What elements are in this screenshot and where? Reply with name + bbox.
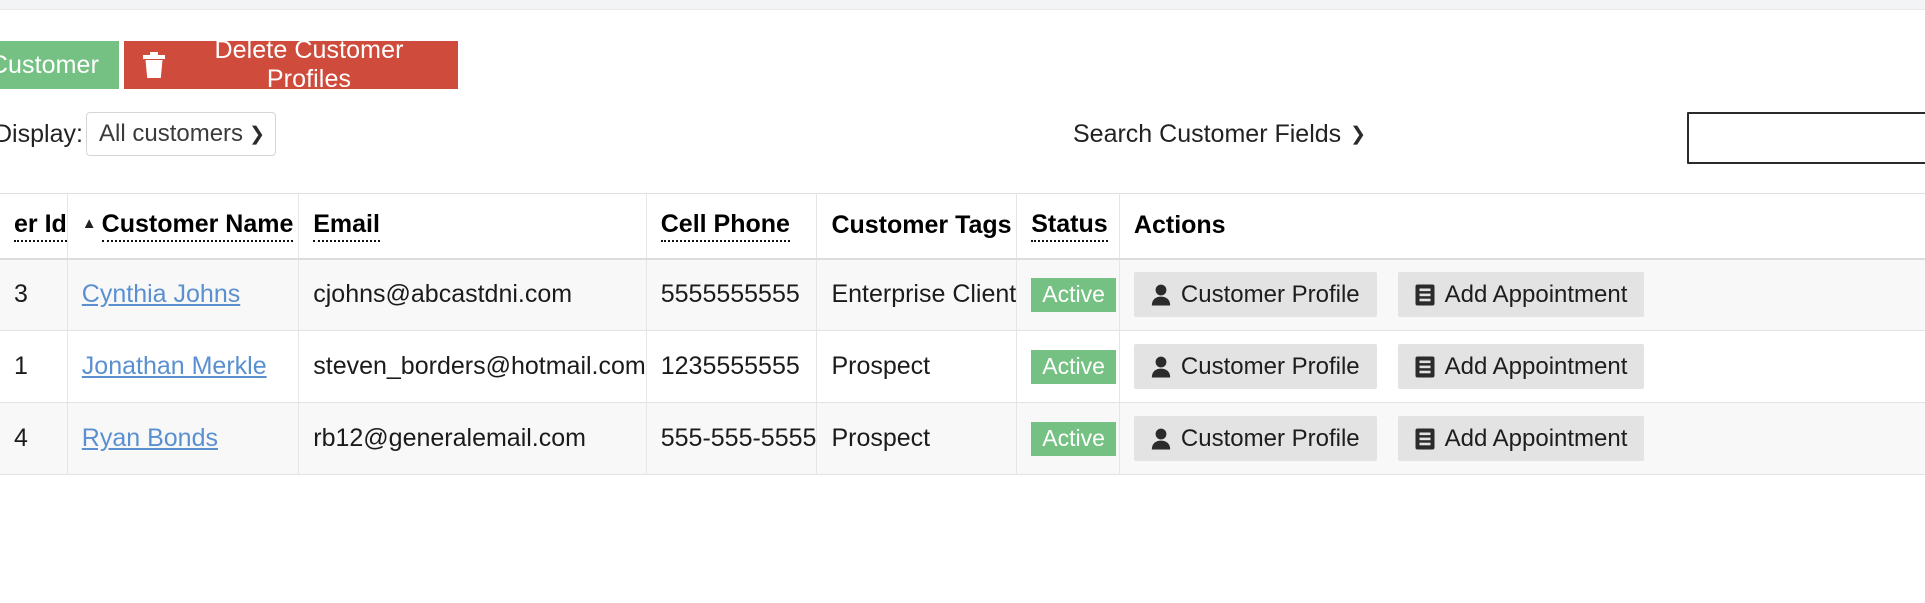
add-appointment-label: Add Appointment [1444,424,1628,452]
column-header-email[interactable]: Email [298,193,647,260]
customer-profile-label: Customer Profile [1180,280,1360,308]
chevron-down-icon: ❯ [1350,124,1367,145]
customer-name-link[interactable]: Ryan Bonds [82,424,218,452]
sort-ascending-icon: ▲ [81,214,97,232]
add-customer-label: Customer [0,50,99,79]
column-header-label: Customer Name [101,210,294,242]
cell-customer-name: Cynthia Johns [66,258,299,331]
person-icon [1151,284,1171,306]
table-row: 4 Ryan Bonds rb12@generalemail.com 555-5… [0,402,1925,475]
status-badge: Active [1031,277,1116,312]
display-filter-select[interactable]: All customers ❯ [86,112,276,156]
column-header-customer-name[interactable]: ▲ Customer Name [66,193,299,260]
journal-icon [1415,356,1435,378]
customer-profile-button[interactable]: Customer Profile [1133,344,1377,389]
cell-email: cjohns@abcastdni.com [298,258,647,331]
column-header-label: er Id [14,210,67,242]
cell-customer-tags: Enterprise Client [816,258,1017,331]
add-customer-button[interactable]: Customer [0,41,119,89]
table-row: 3 Cynthia Johns cjohns@abcastdni.com 555… [0,258,1925,331]
column-header-label: Customer Tags [831,211,1012,240]
journal-icon [1415,284,1435,306]
cell-email: steven_borders@hotmail.com [298,330,647,403]
search-customer-fields-label: Search Customer Fields [1073,120,1342,148]
cell-customer-tags: Prospect [816,330,1017,403]
customers-table-body: 3 Cynthia Johns cjohns@abcastdni.com 555… [0,258,1925,475]
cell-customer-id: 1 [0,330,68,403]
customer-profile-button[interactable]: Customer Profile [1133,416,1377,461]
cell-status: Active [1016,402,1120,475]
status-badge: Active [1031,349,1116,384]
person-icon [1151,356,1171,378]
column-header-actions: Actions [1118,193,1925,260]
top-chrome-strip [0,0,1925,10]
cell-customer-tags: Prospect [816,402,1017,475]
search-customer-fields-dropdown[interactable]: Search Customer Fields ❯ [1073,120,1366,149]
cell-status: Active [1016,330,1120,403]
cell-status: Active [1016,258,1120,331]
journal-icon [1415,428,1435,450]
cell-customer-name: Ryan Bonds [66,402,299,475]
cell-actions: Customer Profile Add Appointment [1118,258,1925,331]
cell-customer-id: 4 [0,402,68,475]
add-appointment-label: Add Appointment [1444,280,1628,308]
column-header-status[interactable]: Status [1016,193,1120,260]
customer-list-page: Customer Delete Customer Profiles Displa… [0,0,1925,603]
delete-customer-profiles-button[interactable]: Delete Customer Profiles [124,36,458,93]
customers-table: er Id ▲ Customer Name Email Cell Phone Cu… [0,193,1925,475]
cell-actions: Customer Profile Add Appointment [1118,402,1925,475]
cell-customer-name: Jonathan Merkle [66,330,299,403]
table-header-row: er Id ▲ Customer Name Email Cell Phone Cu… [0,193,1925,260]
filter-row: Display: All customers ❯ Search Customer… [0,112,1925,170]
customer-name-link[interactable]: Jonathan Merkle [82,352,267,380]
customer-name-link[interactable]: Cynthia Johns [82,280,240,308]
cell-actions: Customer Profile Add Appointment [1118,330,1925,403]
cell-customer-id: 3 [0,258,68,331]
column-header-cell-phone[interactable]: Cell Phone [645,193,817,260]
column-header-customer-id[interactable]: er Id [0,193,68,260]
column-header-label: Status [1031,210,1108,242]
delete-customer-profiles-label: Delete Customer Profiles [214,36,404,93]
customer-profile-label: Customer Profile [1180,424,1360,452]
column-header-label: Email [313,210,380,242]
display-label: Display: [0,120,83,148]
customer-profile-button[interactable]: Customer Profile [1133,272,1377,318]
column-header-label: Cell Phone [660,210,790,242]
person-icon [1151,428,1171,450]
display-filter-value: All customers [99,120,244,147]
cell-cell-phone: 555-555-5555 [645,402,817,475]
chevron-down-icon: ❯ [249,123,265,145]
cell-cell-phone: 1235555555 [645,330,817,403]
table-row: 1 Jonathan Merkle steven_borders@hotmail… [0,330,1925,403]
customer-profile-label: Customer Profile [1180,352,1360,380]
column-header-customer-tags: Customer Tags [816,193,1017,260]
cell-cell-phone: 5555555555 [645,258,817,331]
add-appointment-button[interactable]: Add Appointment [1397,272,1645,318]
add-appointment-label: Add Appointment [1444,352,1628,380]
add-appointment-button[interactable]: Add Appointment [1397,344,1645,389]
add-appointment-button[interactable]: Add Appointment [1397,416,1645,461]
search-input[interactable] [1687,112,1925,164]
trash-icon [142,51,166,79]
cell-email: rb12@generalemail.com [298,402,647,475]
status-badge: Active [1031,421,1116,456]
column-header-label: Actions [1133,211,1226,240]
